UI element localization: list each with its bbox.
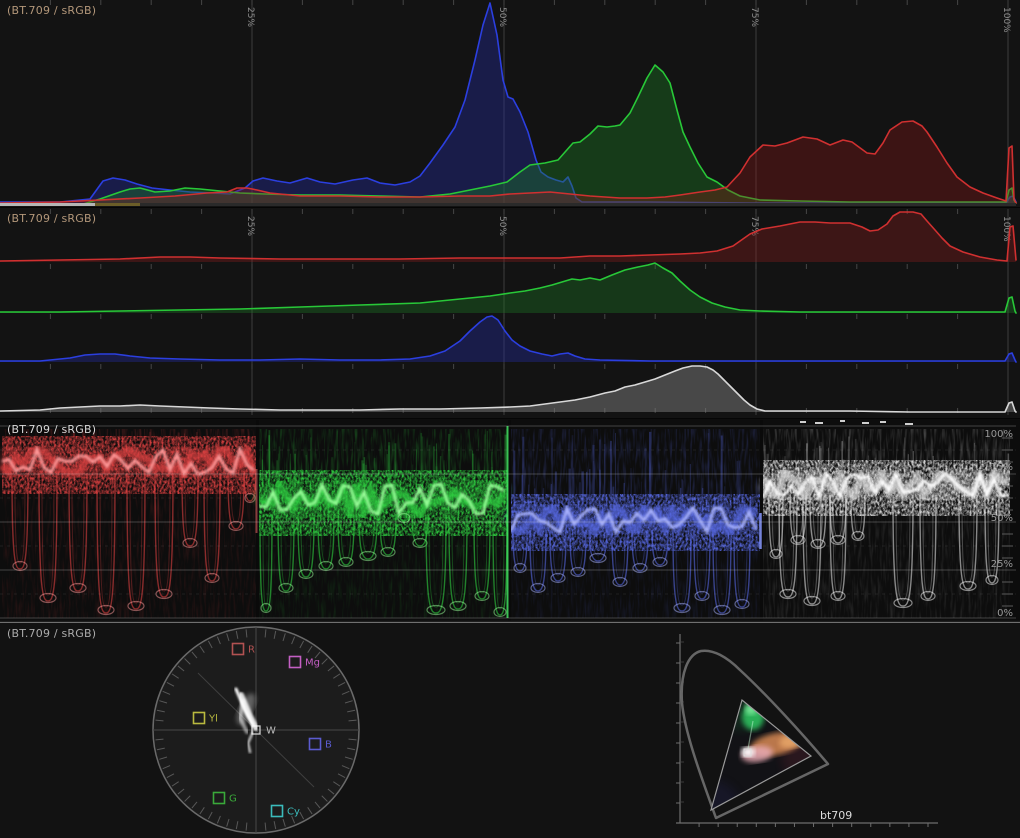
svg-text:75%: 75% xyxy=(749,7,759,27)
colorspace-label: (BT.709 / sRGB) xyxy=(7,4,96,17)
panel-histogram-overlay[interactable]: 25% 50% 75% 100% (BT.709 / sRGB) xyxy=(0,0,1020,207)
svg-text:B: B xyxy=(325,740,332,751)
waveform-parade-canvas: 100% 75% 50% 25% 0% xyxy=(0,419,1020,623)
vectorscope-cie-canvas: R Mg Yl B G Cy Wbt709 xyxy=(0,623,1020,838)
svg-text:Yl: Yl xyxy=(208,714,218,725)
svg-text:0%: 0% xyxy=(997,608,1013,619)
panel-vectorscope-cie[interactable]: R Mg Yl B G Cy Wbt709 (BT.709 / sRGB) xyxy=(0,622,1020,838)
svg-text:25%: 25% xyxy=(245,216,255,236)
colorspace-label: (BT.709 / sRGB) xyxy=(7,627,96,640)
colorspace-label: (BT.709 / sRGB) xyxy=(7,212,96,225)
svg-text:75%: 75% xyxy=(991,462,1013,473)
svg-text:50%: 50% xyxy=(497,7,507,27)
svg-text:G: G xyxy=(229,794,237,805)
video-scopes-window: 25%50%75%100% (BT.709 / sRGB) 25%50%75%1… xyxy=(0,0,1020,838)
histogram-parade-canvas: 25%50%75%100% xyxy=(0,208,1020,419)
svg-text:50%: 50% xyxy=(497,216,507,236)
histogram-overlay-canvas: 25% 50% 75% 100% xyxy=(0,0,1020,207)
svg-text:25%: 25% xyxy=(245,7,255,27)
svg-text:W: W xyxy=(266,726,276,737)
panel-histogram-parade[interactable]: 25%50%75%100% (BT.709 / sRGB) xyxy=(0,207,1020,419)
svg-text:100%: 100% xyxy=(984,429,1013,440)
panel-waveform-parade[interactable]: 100% 75% 50% 25% 0% (BT.709 / sRGB) xyxy=(0,418,1020,623)
svg-text:Mg: Mg xyxy=(305,658,320,669)
svg-text:25%: 25% xyxy=(991,559,1013,570)
colorspace-label: (BT.709 / sRGB) xyxy=(7,423,96,436)
svg-text:100%: 100% xyxy=(1001,7,1011,33)
svg-text:50%: 50% xyxy=(991,513,1013,524)
svg-text:Cy: Cy xyxy=(287,807,300,818)
svg-text:bt709: bt709 xyxy=(820,809,852,822)
svg-text:R: R xyxy=(248,645,255,656)
